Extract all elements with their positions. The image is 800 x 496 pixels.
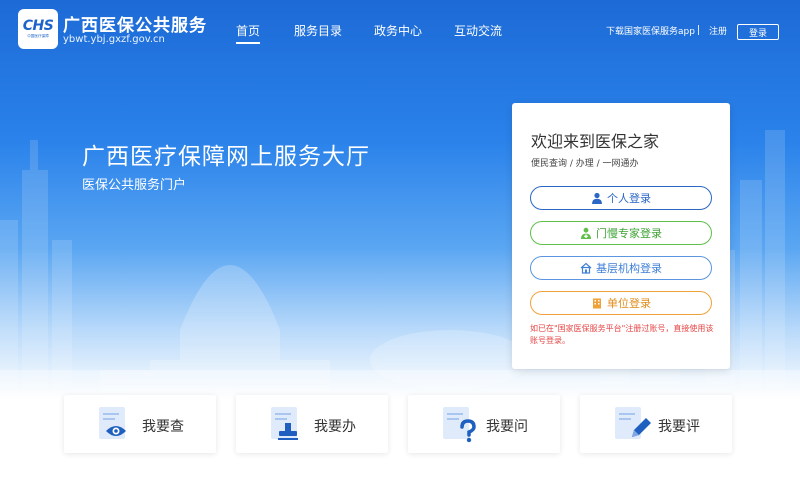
download-app-link[interactable]: 下载国家医保服务app — [606, 24, 695, 37]
question-icon — [443, 407, 476, 443]
pen-icon — [615, 407, 651, 439]
expert-login-label: 门慢专家登录 — [596, 227, 662, 240]
service-evaluate-card[interactable]: 我要评 — [580, 395, 732, 453]
login-card: 欢迎来到医保之家 便民查询 / 办理 / 一网通办 个人登录 门慢专家登录 基层… — [512, 103, 730, 369]
site-title: 广西医保公共服务 — [63, 16, 207, 36]
eye-icon — [99, 407, 126, 439]
site-domain: ybwt.ybj.gxzf.gov.cn — [63, 34, 165, 45]
login-card-title: 欢迎来到医保之家 — [531, 132, 660, 151]
service-evaluate-label: 我要评 — [658, 419, 700, 435]
service-query-label: 我要查 — [142, 419, 184, 435]
building-icon — [593, 298, 601, 309]
personal-login-label: 个人登录 — [607, 192, 651, 205]
unit-login-label: 单位登录 — [607, 297, 651, 310]
nav-item-home[interactable]: 首页 — [236, 22, 261, 44]
nav-item-interaction[interactable]: 互动交流 — [454, 22, 502, 39]
service-shortcuts: 我要查 我要办 我要问 我要评 — [0, 395, 800, 455]
nav-item-government-center[interactable]: 政务中心 — [374, 22, 422, 39]
login-card-subtitle: 便民查询 / 办理 / 一网通办 — [531, 159, 639, 169]
login-note: 如已在"国家医保服务平台"注册过账号，直接使用该账号登录。 — [530, 324, 714, 345]
stamp-icon — [271, 407, 298, 440]
home-icon — [580, 262, 592, 274]
org-login-label: 基层机构登录 — [596, 262, 662, 275]
nav-item-service-catalog[interactable]: 服务目录 — [294, 22, 342, 39]
service-query-card[interactable]: 我要查 — [64, 395, 216, 453]
personal-login-button[interactable]: 个人登录 — [530, 186, 712, 210]
chs-logo[interactable]: CHS 中国医疗保障 — [18, 9, 58, 49]
org-login-button[interactable]: 基层机构登录 — [530, 256, 712, 280]
service-ask-label: 我要问 — [486, 419, 528, 435]
register-link[interactable]: 注册 — [709, 24, 727, 37]
logo-mark: CHS — [22, 18, 54, 34]
site-header: CHS 中国医疗保障 广西医保公共服务 ybwt.ybj.gxzf.gov.cn… — [0, 0, 800, 60]
user-icon — [592, 192, 602, 204]
service-ask-card[interactable]: 我要问 — [408, 395, 560, 453]
divider — [698, 25, 699, 35]
header-login-button[interactable]: 登录 — [737, 24, 779, 40]
doctor-icon — [581, 227, 591, 239]
hero-title: 广西医疗保障网上服务大厅 — [82, 144, 370, 170]
service-handle-label: 我要办 — [314, 419, 356, 435]
unit-login-button[interactable]: 单位登录 — [530, 291, 712, 315]
hero-subtitle: 医保公共服务门户 — [82, 178, 187, 193]
service-handle-card[interactable]: 我要办 — [236, 395, 388, 453]
expert-login-button[interactable]: 门慢专家登录 — [530, 221, 712, 245]
logo-subtext: 中国医疗保障 — [27, 33, 49, 38]
